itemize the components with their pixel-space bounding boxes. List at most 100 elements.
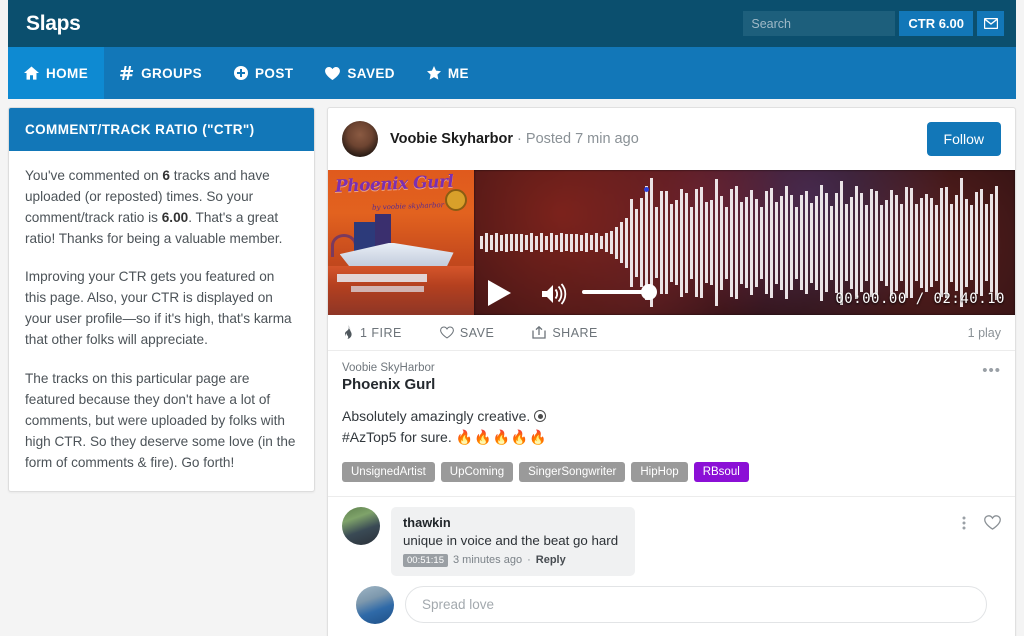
waveform-bar	[990, 193, 993, 292]
nav-item-me[interactable]: ME	[411, 47, 485, 99]
waveform-bar	[570, 233, 573, 252]
ctr-paragraph-3: The tracks on this particular page are f…	[25, 370, 296, 470]
waveform-bar	[500, 234, 503, 251]
waveform-bar	[775, 201, 778, 284]
nav-item-post[interactable]: POST	[218, 47, 309, 99]
track-tag[interactable]: HipHop	[631, 462, 688, 482]
waveform-bar	[880, 204, 883, 281]
nav-item-saved[interactable]: SAVED	[309, 47, 411, 99]
save-button[interactable]: SAVE	[439, 326, 494, 340]
comment-actions	[962, 507, 1001, 530]
waveform-bar	[900, 204, 903, 281]
waveform-bar	[910, 187, 913, 298]
waveform-bar	[815, 195, 818, 290]
waveform-bar	[945, 187, 948, 298]
waveform-bar	[755, 198, 758, 287]
waveform-bar	[955, 194, 958, 291]
avatar[interactable]	[342, 507, 380, 545]
comment-input[interactable]	[405, 586, 987, 624]
play-button[interactable]	[488, 280, 511, 306]
waveform-bar	[915, 204, 918, 281]
nav-item-home[interactable]: HOME	[8, 47, 105, 99]
search-input[interactable]	[743, 11, 896, 36]
waveform-bar	[830, 205, 833, 280]
comment-timestamp-badge[interactable]: 00:51:15	[403, 553, 448, 567]
brand-logo[interactable]: Slaps	[26, 12, 81, 36]
heart-icon	[325, 66, 341, 80]
waveform-bar	[785, 186, 788, 299]
comment-text: unique in voice and the beat go hard	[403, 533, 619, 548]
waveform-bar	[520, 233, 523, 252]
ctr-badge[interactable]: CTR 6.00	[899, 11, 973, 36]
share-button[interactable]: SHARE	[532, 326, 598, 340]
waveform-bar	[705, 202, 708, 283]
comment-like-icon[interactable]	[984, 515, 1001, 530]
track-tag[interactable]: UpComing	[440, 462, 514, 482]
waveform-bar	[510, 234, 513, 251]
track-tag[interactable]: SingerSongwriter	[519, 462, 626, 482]
app-root: Slaps CTR 6.00 HOME GROUPS	[0, 0, 1024, 636]
fire-button[interactable]: 1 FIRE	[342, 325, 402, 340]
waveform-bar	[715, 179, 718, 306]
waveform-bar	[790, 195, 793, 290]
volume-slider-knob[interactable]	[641, 284, 657, 300]
waveform-bar	[925, 193, 928, 292]
waveform-bar	[545, 235, 548, 250]
waveform-bar	[965, 198, 968, 287]
nav-label: GROUPS	[141, 65, 203, 81]
waveform-bar	[660, 191, 663, 294]
waveform-bar	[875, 190, 878, 295]
play-count: 1 play	[967, 325, 1001, 340]
post-author[interactable]: Voobie Skyharbor	[390, 131, 513, 147]
comment-reply-button[interactable]: Reply	[536, 554, 566, 566]
waveform-bar	[890, 189, 893, 296]
album-art[interactable]: Phoenix Gurl by voobie skyharbor	[328, 170, 474, 315]
waveform-bar	[940, 188, 943, 297]
waveform-bar	[895, 194, 898, 291]
waveform-bar	[855, 186, 858, 299]
follow-button[interactable]: Follow	[926, 122, 1001, 156]
ctr-paragraph-2: Improving your CTR gets you featured on …	[25, 269, 292, 348]
waveform-bar	[820, 184, 823, 301]
hash-icon	[120, 66, 134, 80]
avatar[interactable]	[356, 585, 394, 624]
waveform-bar	[920, 197, 923, 288]
waveform-bar	[905, 187, 908, 298]
nav-label: SAVED	[347, 65, 395, 81]
waveform-bar	[535, 235, 538, 250]
ctr-panel-title: COMMENT/TRACK RATIO ("CTR")	[9, 108, 314, 151]
waveform-bar	[680, 188, 683, 297]
track-tag[interactable]: RBsoul	[693, 462, 749, 482]
waveform-bar	[930, 198, 933, 287]
waveform-bar	[725, 206, 728, 279]
share-icon	[532, 326, 546, 339]
waveform-bar	[675, 200, 678, 285]
track-details: ••• Voobie SkyHarbor Phoenix Gurl Absolu…	[328, 351, 1015, 496]
waveform-bar	[800, 195, 803, 290]
track-tag[interactable]: UnsignedArtist	[342, 462, 435, 482]
nav-item-groups[interactable]: GROUPS	[104, 47, 218, 99]
fire-icon	[342, 325, 354, 340]
waveform-bar	[805, 191, 808, 294]
waveform-bar	[690, 206, 693, 279]
track-tags: UnsignedArtist UpComing SingerSongwriter Hi…	[342, 462, 1001, 482]
comment-item: thawkin unique in voice and the beat go …	[342, 507, 1001, 576]
comment-kebab-icon[interactable]	[962, 516, 966, 530]
waveform-bar	[655, 207, 658, 278]
messages-button[interactable]	[977, 11, 1004, 36]
track-desc-line-1: Absolutely amazingly creative.	[342, 408, 531, 424]
avatar[interactable]	[342, 121, 378, 157]
waveform-bar	[615, 226, 618, 259]
waveform-bar	[490, 235, 493, 250]
track-menu-button[interactable]: •••	[982, 363, 1001, 378]
volume-icon[interactable]	[542, 283, 572, 305]
comment-author[interactable]: thawkin	[403, 515, 623, 530]
waveform-bar	[985, 204, 988, 281]
comments-section: thawkin unique in voice and the beat go …	[328, 496, 1015, 636]
waveform-area[interactable]: 00:00.00 / 02:40.10	[474, 170, 1015, 315]
top-bar-right: CTR 6.00	[743, 11, 1016, 36]
waveform-bar	[610, 231, 613, 254]
waveform-bar	[735, 186, 738, 299]
waveform-bar	[605, 233, 608, 252]
waveform-bar	[845, 204, 848, 281]
